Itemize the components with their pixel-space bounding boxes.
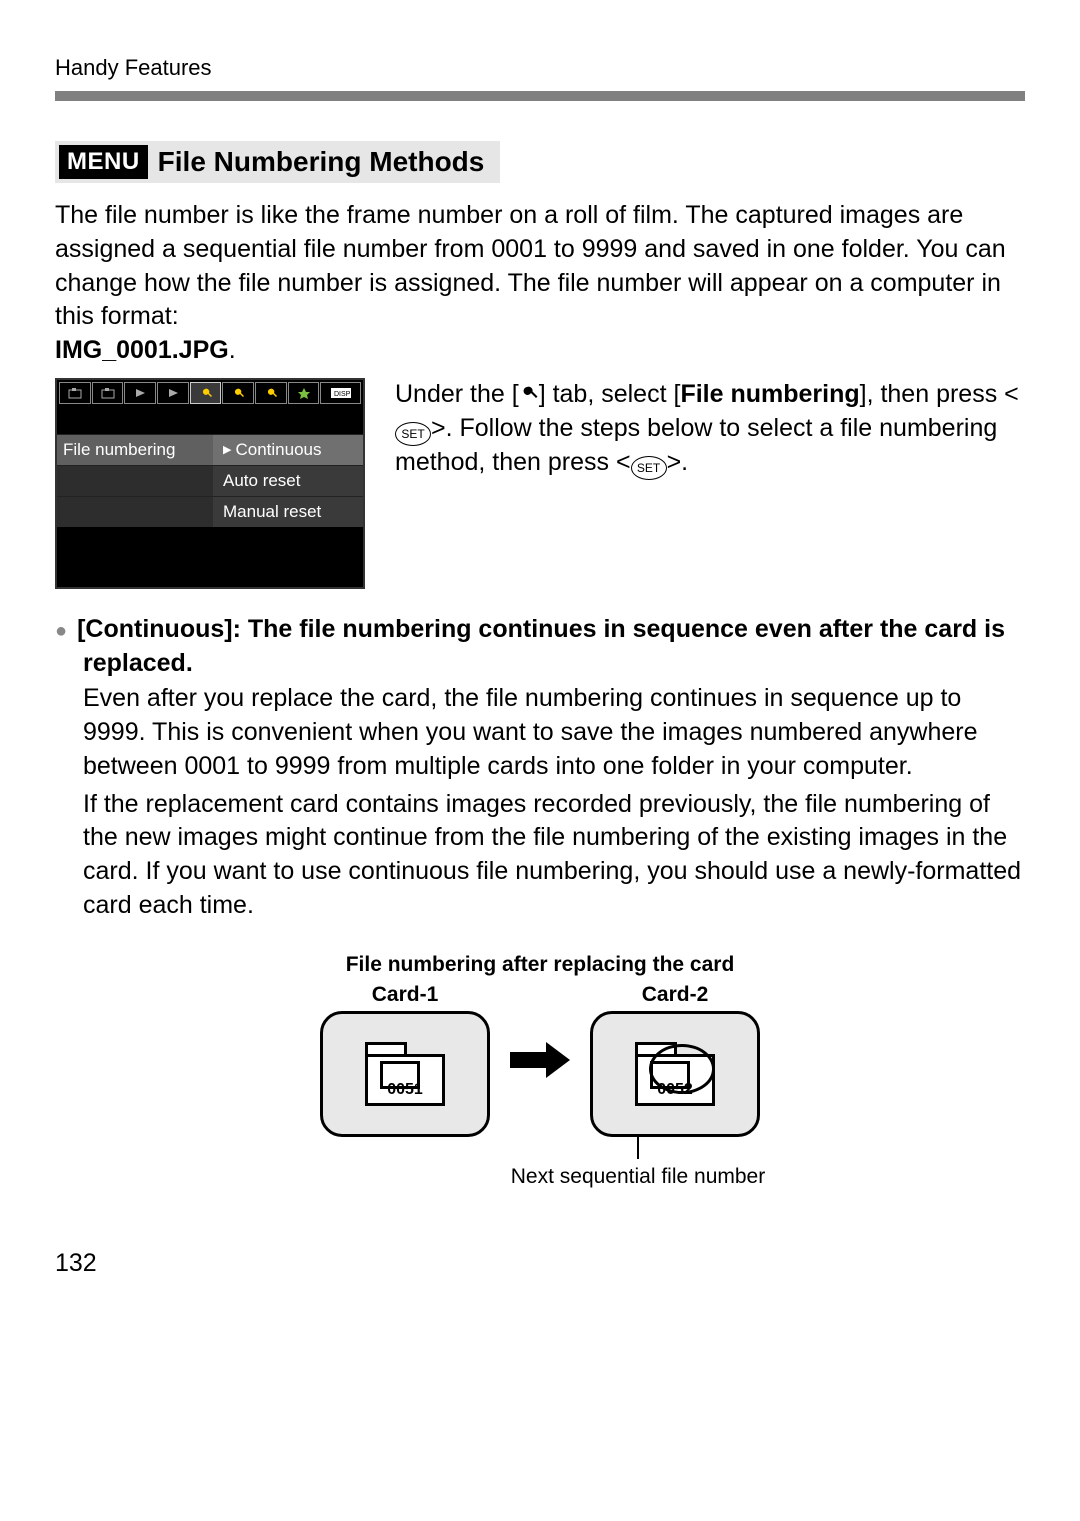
highlight-circle-icon bbox=[649, 1044, 715, 1094]
continuous-paragraph-1: Even after you replace the card, the fil… bbox=[83, 682, 1025, 783]
playback-tab-icon bbox=[157, 382, 189, 404]
continuous-paragraph-2: If the replacement card contains images … bbox=[83, 788, 1025, 923]
menu-option-auto-reset: Auto reset bbox=[213, 466, 363, 496]
intro-text: The file number is like the frame number… bbox=[55, 201, 1006, 330]
camera-tab-icon bbox=[59, 382, 91, 404]
star-tab-icon bbox=[288, 382, 320, 404]
page-number: 132 bbox=[55, 1249, 1025, 1278]
card-1: Card-1 0051 bbox=[320, 983, 490, 1137]
arrow-icon bbox=[510, 1042, 570, 1078]
card-diagram: Card-1 0051 Card-2 0052 bbox=[55, 983, 1025, 1137]
menu-row: Manual reset bbox=[57, 496, 363, 527]
diagram-caption: File numbering after replacing the card bbox=[55, 953, 1025, 977]
wrench-icon bbox=[519, 385, 539, 405]
menu-badge: MENU bbox=[59, 145, 148, 179]
header-rule bbox=[55, 91, 1025, 101]
menu-option-continuous: Continuous bbox=[213, 435, 363, 465]
wrench-tab-icon bbox=[222, 382, 254, 404]
folder-icon: 0051 bbox=[365, 1042, 445, 1106]
diagram-footer: Next sequential file number bbox=[55, 1165, 1025, 1189]
section-heading: MENU File Numbering Methods bbox=[55, 141, 500, 183]
card-2: Card-2 0052 bbox=[590, 983, 760, 1137]
camera-tab-icon bbox=[92, 382, 124, 404]
wrench-tab-icon bbox=[190, 382, 222, 404]
menu-row-label: File numbering bbox=[57, 435, 213, 465]
menu-option-manual-reset: Manual reset bbox=[213, 497, 363, 527]
menu-row: Auto reset bbox=[57, 465, 363, 496]
breadcrumb: Handy Features bbox=[55, 55, 1025, 81]
card-1-label: Card-1 bbox=[320, 983, 490, 1007]
set-button-icon: SET bbox=[631, 456, 667, 480]
example-filename: IMG_0001.JPG bbox=[55, 336, 229, 364]
playback-tab-icon bbox=[124, 382, 156, 404]
camera-menu-screenshot: DISP File numbering Continuous Auto rese… bbox=[55, 378, 365, 589]
card-1-number: 0051 bbox=[368, 1081, 442, 1099]
instruction-paragraph: Under the [] tab, select [File numbering… bbox=[395, 378, 1025, 480]
set-button-icon: SET bbox=[395, 422, 431, 446]
section-title: File Numbering Methods bbox=[158, 146, 485, 178]
menu-row-file-numbering: File numbering Continuous bbox=[57, 434, 363, 465]
svg-text:DISP: DISP bbox=[334, 391, 351, 398]
continuous-heading: [Continuous]: The file numbering continu… bbox=[83, 613, 1025, 681]
camera-tabs: DISP bbox=[57, 380, 363, 404]
intro-paragraph: The file number is like the frame number… bbox=[55, 199, 1025, 368]
pointer-line bbox=[637, 1137, 639, 1159]
continuous-section: [Continuous]: The file numbering continu… bbox=[83, 613, 1025, 923]
card-2-label: Card-2 bbox=[590, 983, 760, 1007]
wrench-tab-icon bbox=[255, 382, 287, 404]
disp-tab-icon: DISP bbox=[320, 382, 361, 404]
